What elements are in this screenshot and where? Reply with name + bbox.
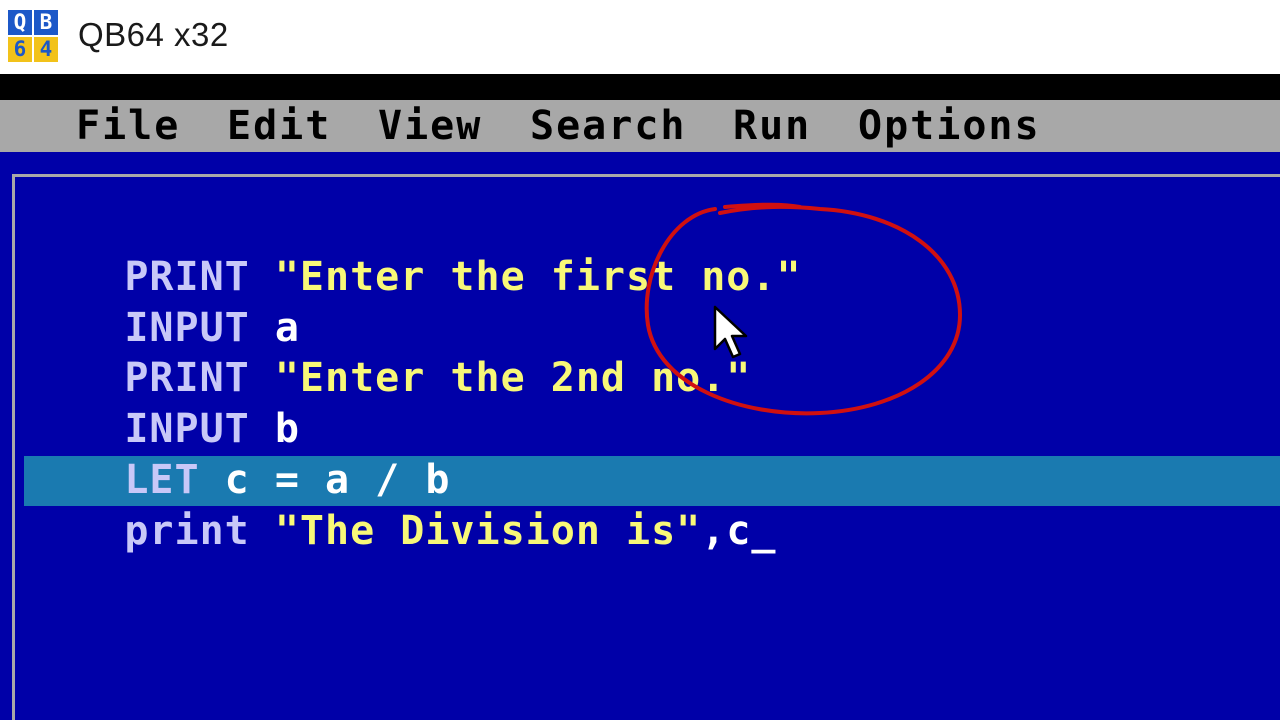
title-separator [0, 74, 1280, 100]
menu-search[interactable]: Search [530, 100, 687, 152]
code-line-4[interactable]: INPUT b [24, 354, 300, 452]
qb64-logo-icon: Q B 6 4 [8, 10, 58, 62]
red-circle-annotation [644, 202, 963, 416]
logo-letter-q: Q [8, 10, 32, 35]
mouse-pointer-icon [713, 305, 748, 359]
code-line-2[interactable]: INPUT a [24, 253, 300, 351]
code-string: "The Division is" [249, 508, 702, 554]
menu-view[interactable]: View [378, 100, 482, 152]
code-identifier: ,c [701, 508, 752, 554]
logo-letter-b: B [34, 10, 58, 35]
qb64-window: Q B 6 4 QB64 x32 File Edit View Search R… [0, 0, 1280, 720]
text-cursor: _ [751, 508, 777, 554]
menu-edit[interactable]: Edit [227, 100, 331, 152]
code-line-5[interactable]: LET c = a / b [24, 405, 450, 503]
logo-digit-4: 4 [34, 37, 58, 62]
keyword: print [124, 508, 250, 554]
menu-options[interactable]: Options [858, 100, 1041, 152]
code-line-6-current[interactable]: print "The Division is",c_ [24, 456, 777, 554]
menu-bar: File Edit View Search Run Options [0, 100, 1280, 152]
menu-file[interactable]: File [76, 100, 180, 152]
title-bar: Q B 6 4 QB64 x32 [0, 0, 1280, 75]
logo-digit-6: 6 [8, 37, 32, 62]
menu-run[interactable]: Run [733, 100, 811, 152]
window-title: QB64 x32 [78, 16, 229, 53]
